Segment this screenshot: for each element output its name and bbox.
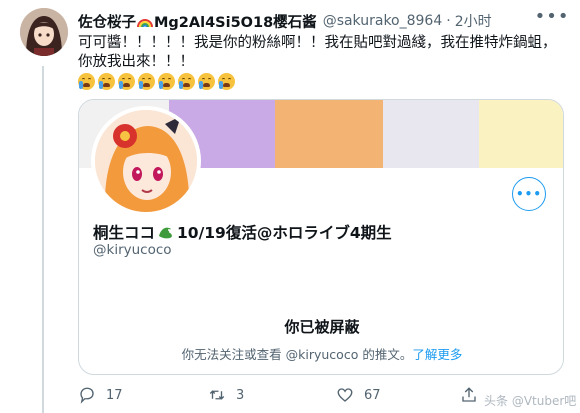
banner-segment xyxy=(383,100,479,168)
retweet-count: 3 xyxy=(236,387,245,403)
banner-segment xyxy=(479,100,563,168)
emoji-row xyxy=(78,73,235,90)
separator-dot: · xyxy=(446,13,451,29)
blocked-title: 你已被屏蔽 xyxy=(284,318,360,336)
crying-face-icon xyxy=(138,73,155,90)
profile-name-suffix: 10/19復活@ホロライブ4期生 xyxy=(177,224,392,242)
tweet-header: 佐仓桜子 Mg2Al4Si5O18樱石酱 @sakurako_8964 · 2小… xyxy=(78,10,492,32)
reply-count: 17 xyxy=(106,387,123,403)
retweet-icon xyxy=(209,390,225,400)
profile-avatar-image xyxy=(95,110,197,212)
profile-name-prefix: 桐生ココ xyxy=(93,224,156,242)
avatar-image xyxy=(20,8,68,56)
watermark: 头条 @Vtuber吧 xyxy=(484,394,577,408)
banner-segment xyxy=(275,100,383,168)
blocked-description-text: 你无法关注或查看 @kiryucoco 的推文。 xyxy=(181,347,413,362)
reply-icon xyxy=(80,387,94,404)
dragon-icon xyxy=(159,227,172,239)
author-name-suffix[interactable]: Mg2Al4Si5O18樱石酱 xyxy=(154,11,317,32)
like-count: 67 xyxy=(364,387,381,403)
crying-face-icon xyxy=(158,73,175,90)
crying-face-icon xyxy=(218,73,235,90)
quoted-profile-card[interactable]: ••• 桐生ココ 10/19復活@ホロライブ4期生 @kiryucoco 你已被… xyxy=(78,99,564,375)
tweet-time[interactable]: 2小时 xyxy=(455,11,492,31)
heart-icon xyxy=(337,388,353,402)
author-avatar[interactable] xyxy=(20,8,68,56)
retweet-button[interactable]: 3 xyxy=(208,386,244,404)
crying-face-icon xyxy=(178,73,195,90)
rainbow-icon xyxy=(137,19,153,28)
tweet-text: 可可醬！！！！！我是你的粉絲啊！！我在貼吧對過綫，我在推特炸鍋蛆，你放我出來！！… xyxy=(78,35,557,70)
crying-face-icon xyxy=(118,73,135,90)
crying-face-icon xyxy=(98,73,115,90)
like-button[interactable]: 67 xyxy=(336,386,381,404)
blocked-description: 你无法关注或查看 @kiryucoco 的推文。了解更多 xyxy=(79,344,563,363)
profile-more-button[interactable]: ••• xyxy=(512,177,546,211)
profile-name[interactable]: 桐生ココ 10/19復活@ホロライブ4期生 xyxy=(93,221,392,243)
reply-button[interactable]: 17 xyxy=(78,386,123,404)
crying-face-icon xyxy=(198,73,215,90)
profile-handle[interactable]: @kiryucoco xyxy=(93,242,172,258)
more-options-icon[interactable]: ••• xyxy=(535,6,569,27)
profile-avatar[interactable] xyxy=(91,106,201,216)
learn-more-link[interactable]: 了解更多 xyxy=(412,347,462,362)
tweet[interactable]: 佐仓桜子 Mg2Al4Si5O18樱石酱 @sakurako_8964 · 2小… xyxy=(0,0,580,413)
crying-face-icon xyxy=(78,73,95,90)
author-handle[interactable]: @sakurako_8964 xyxy=(323,13,443,29)
share-icon xyxy=(462,387,476,402)
thread-line xyxy=(42,66,44,413)
author-name[interactable]: 佐仓桜子 xyxy=(78,11,136,32)
